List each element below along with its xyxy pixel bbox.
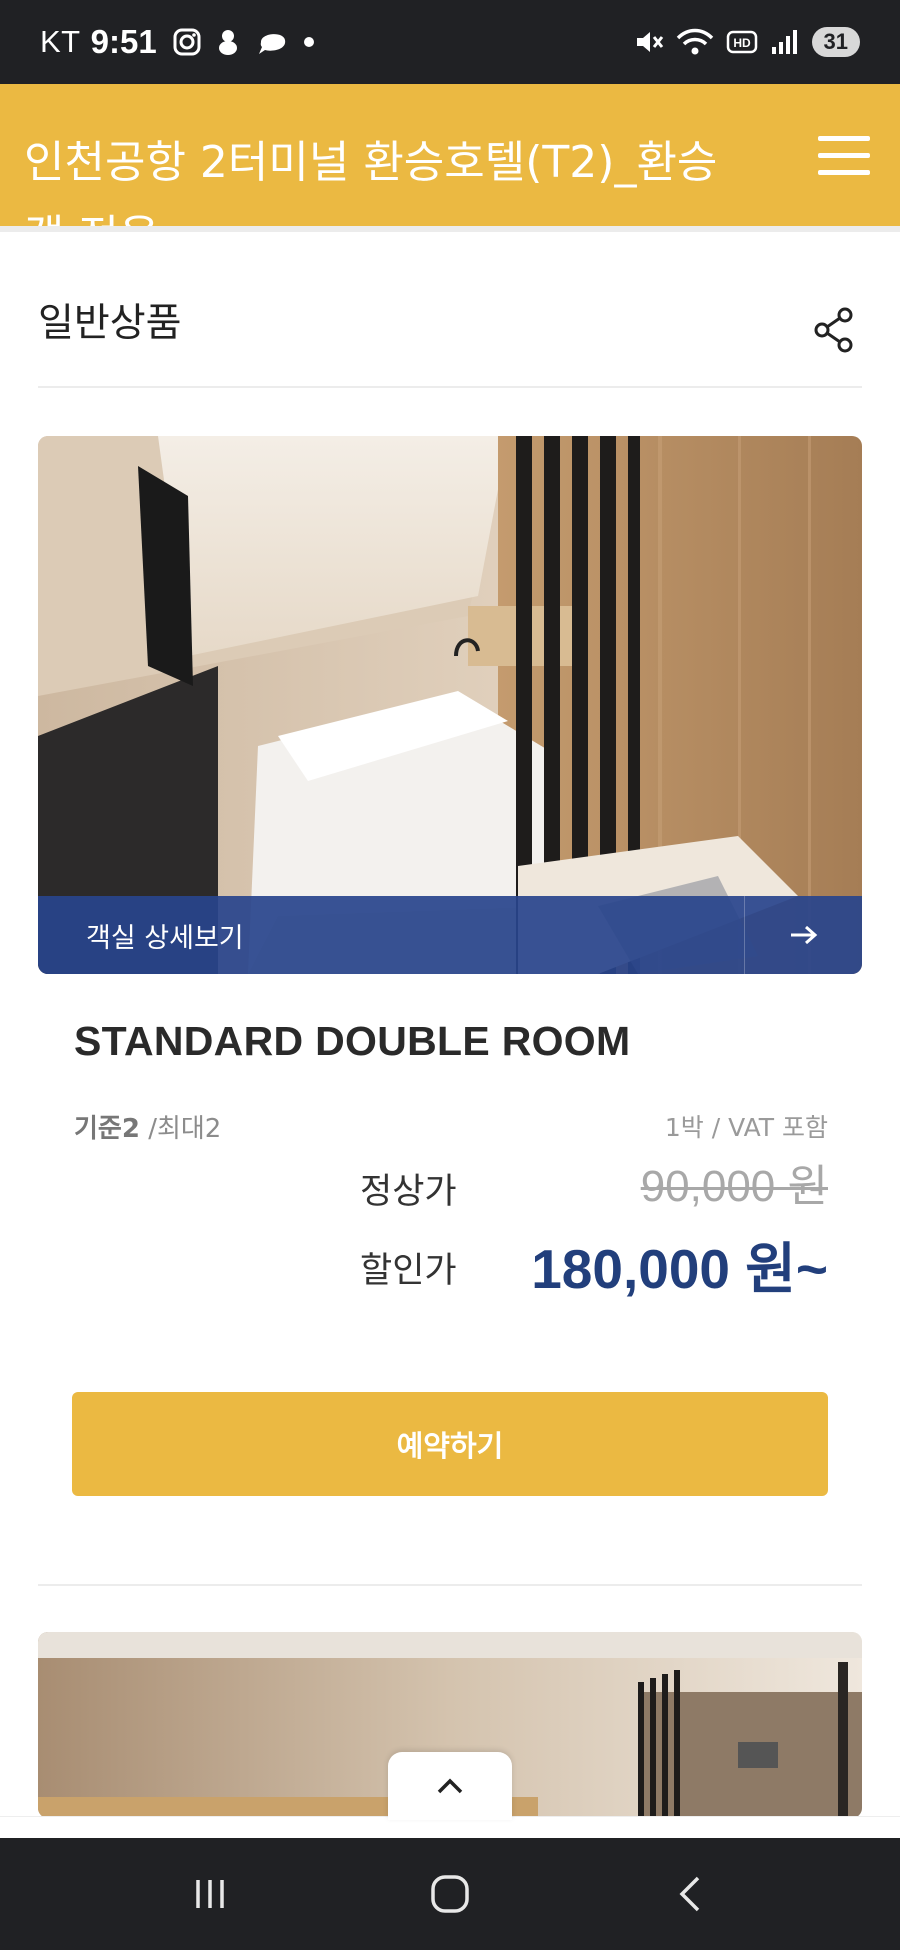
sale-price: 180,000 원~ [531, 1238, 828, 1300]
scroll-to-top-button[interactable] [388, 1752, 512, 1820]
status-bar: KT 9:51 HD 31 [0, 0, 900, 84]
hd-voice-icon: HD [726, 29, 758, 55]
room-capacity: 기준2 /최대2 [74, 1108, 221, 1145]
regular-price: 90,000 원 [640, 1162, 828, 1211]
instagram-icon [173, 28, 201, 56]
room-photo [38, 436, 862, 974]
more-notifications-dot-icon [303, 36, 315, 48]
battery-indicator: 31 [811, 27, 860, 57]
signal-icon [770, 28, 800, 56]
home-icon[interactable] [410, 1854, 490, 1934]
hamburger-menu-icon[interactable] [818, 136, 870, 176]
notification-icons [173, 28, 315, 56]
svg-text:HD: HD [733, 36, 751, 50]
app-header: 인천공항 2터미널 환승호텔(T2)_환승객 전용 [0, 84, 900, 226]
screen: KT 9:51 HD 31 인천공항 2터미널 환승호텔(T2)_환승 일반상품… [0, 0, 900, 1950]
header-shadow [0, 226, 900, 232]
page-title: 인천공항 2터미널 환승호텔(T2)_환승객 전용 [24, 137, 718, 226]
chevron-up-icon [437, 1778, 463, 1794]
recent-apps-icon[interactable] [170, 1854, 250, 1934]
reserve-button[interactable]: 예약하기 [72, 1392, 828, 1496]
mute-icon [634, 28, 664, 56]
card-divider [38, 1584, 862, 1586]
sale-price-label: 할인가 [360, 1251, 457, 1291]
system-icons: HD 31 [634, 27, 860, 57]
wifi-icon [676, 27, 714, 57]
room-name: STANDARD DOUBLE ROOM [74, 1018, 631, 1064]
clock: 9:51 [90, 23, 157, 60]
room-detail-bar[interactable]: 객실 상세보기 [38, 896, 862, 974]
capacity-base: 기준2 [74, 1114, 140, 1144]
arrow-right-icon[interactable] [744, 896, 862, 974]
stay-note: 1박 / VAT 포함 [664, 1113, 828, 1142]
app-notification-icon [215, 28, 241, 56]
regular-price-label: 정상가 [360, 1172, 457, 1212]
section-title: 일반상품 [38, 301, 182, 346]
room-detail-label: 객실 상세보기 [86, 922, 244, 954]
back-icon[interactable] [650, 1854, 730, 1934]
room-card[interactable]: 객실 상세보기 [38, 436, 862, 974]
chat-notification-icon [255, 28, 289, 56]
section-divider [38, 386, 862, 388]
capacity-max: /최대2 [139, 1114, 222, 1144]
system-navigation-bar [0, 1838, 900, 1950]
carrier-label: KT [40, 24, 81, 59]
share-icon[interactable] [812, 306, 856, 354]
